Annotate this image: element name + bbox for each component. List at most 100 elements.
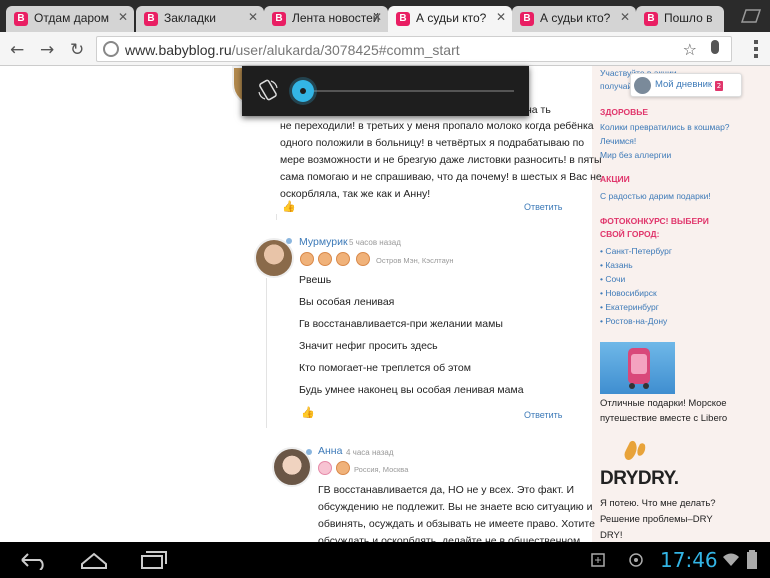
tab-title: Пошло в bbox=[664, 11, 713, 25]
libero-ad-image[interactable] bbox=[600, 342, 675, 394]
comment-time: 5 часов назад bbox=[349, 238, 401, 247]
sidebar-heading-promo: АКЦИИ bbox=[600, 174, 630, 184]
url-bar[interactable]: www.babyblog.ru/user/alukarda/3078425#co… bbox=[96, 36, 732, 62]
sidebar-link[interactable]: Лечимся! bbox=[600, 136, 636, 146]
comment-text-line: ГВ восстанавливается да, НО не у всех. Э… bbox=[318, 484, 575, 496]
close-icon[interactable]: ✕ bbox=[620, 10, 630, 24]
close-icon[interactable]: ✕ bbox=[118, 10, 128, 24]
close-icon[interactable]: ✕ bbox=[372, 10, 382, 24]
my-diary-button[interactable]: Мой дневник 2 bbox=[630, 73, 742, 97]
home-icon[interactable] bbox=[78, 550, 110, 575]
auto-rotate-icon[interactable] bbox=[256, 78, 280, 102]
comment-text-line: Вы особая ленивая bbox=[299, 296, 395, 308]
tab-4-active[interactable]: B А судьи кто? ✕ bbox=[388, 6, 512, 32]
tab-2[interactable]: B Закладки ✕ bbox=[136, 6, 264, 32]
tab-title: А судьи кто? bbox=[416, 11, 487, 25]
city-name: Ростов-на-Дону bbox=[605, 316, 668, 326]
web-page: ми на ть не переходили! в третьих у меня… bbox=[0, 66, 770, 542]
ad-text[interactable]: Отличные подарки! Морское bbox=[600, 396, 727, 411]
sidebar-link[interactable]: Колики превратились в кошмар? bbox=[600, 122, 730, 132]
comment-text-line: сама помогаю и не спрашиваю, что да поче… bbox=[280, 171, 602, 183]
reply-link[interactable]: Ответить bbox=[524, 410, 562, 420]
comment-text-line: Рвешь bbox=[299, 274, 332, 286]
tab-6[interactable]: B Пошло в bbox=[636, 6, 724, 32]
brightness-popup bbox=[242, 66, 529, 116]
sidebar-city-link[interactable]: • Сочи bbox=[600, 274, 625, 284]
browser-toolbar: ← → ↻ www.babyblog.ru/user/alukarda/3078… bbox=[0, 32, 770, 66]
forward-arrow-icon[interactable]: → bbox=[40, 40, 54, 60]
tab-title: Лента новостей bbox=[292, 11, 380, 25]
my-diary-count: 2 bbox=[715, 81, 723, 91]
user-avatar bbox=[634, 77, 651, 94]
tab-1[interactable]: B Отдам даром ✕ bbox=[6, 6, 134, 32]
sidebar-city-link[interactable]: • Екатеринбург bbox=[600, 302, 659, 312]
url-path: /user/alukarda/3078425#comm_start bbox=[231, 42, 460, 58]
comment-author[interactable]: Мурмурик bbox=[299, 236, 348, 248]
child-badge-icon bbox=[318, 252, 332, 266]
babyblog-favicon-icon: B bbox=[520, 12, 534, 26]
clock[interactable]: 17:46 bbox=[660, 548, 718, 572]
sidebar-city-link[interactable]: • Санкт-Петербург bbox=[600, 246, 672, 256]
wifi-icon bbox=[722, 552, 740, 572]
city-name: Сочи bbox=[605, 274, 626, 284]
comment-text-line: Гв восстанавливается-при желании мамы bbox=[299, 318, 503, 330]
sidebar-city-link[interactable]: • Ростов-на-Дону bbox=[600, 316, 667, 326]
menu-dots-icon[interactable] bbox=[754, 40, 758, 61]
sidebar-heading-photo: ФОТОКОНКУРС! ВЫБЕРИ bbox=[600, 216, 709, 226]
reply-link[interactable]: Ответить bbox=[524, 202, 562, 212]
system-navigation-bar: 17:46 bbox=[0, 542, 770, 578]
sidebar-heading-health: ЗДОРОВЬЕ bbox=[600, 107, 649, 117]
thread-line bbox=[276, 214, 277, 220]
tab-3[interactable]: B Лента новостей ✕ bbox=[264, 6, 388, 32]
brightness-slider-track[interactable] bbox=[314, 90, 514, 92]
like-thumb-icon[interactable]: 👍 bbox=[282, 200, 296, 213]
online-status-dot bbox=[306, 449, 312, 455]
comment-text-line: оскорбляла, так же как и Анну! bbox=[280, 188, 431, 200]
babyblog-favicon-icon: B bbox=[14, 12, 28, 26]
ad-text[interactable]: Решение проблемы–DRY bbox=[600, 512, 713, 527]
ad-text[interactable]: DRY! bbox=[600, 528, 623, 542]
url-text: www.babyblog.ru/user/alukarda/3078425#co… bbox=[125, 42, 460, 58]
recent-apps-icon[interactable] bbox=[138, 550, 170, 575]
like-thumb-icon[interactable]: 👍 bbox=[301, 406, 315, 419]
city-name: Казань bbox=[605, 260, 633, 270]
comment-text-line: обсуждению не подлежит. Вы не знаете всю… bbox=[318, 501, 593, 513]
url-host: www.babyblog.ru bbox=[125, 42, 232, 58]
location-icon bbox=[628, 552, 644, 572]
reload-icon[interactable]: ↻ bbox=[70, 40, 84, 60]
tab-title: Закладки bbox=[164, 11, 216, 25]
close-icon[interactable]: ✕ bbox=[496, 10, 506, 24]
new-tab-icon[interactable] bbox=[738, 8, 762, 26]
sidebar-link[interactable]: С радостью дарим подарки! bbox=[600, 191, 711, 201]
back-icon[interactable] bbox=[18, 550, 50, 575]
comment-author[interactable]: Анна bbox=[318, 445, 342, 457]
comment-text-line: Значит нефиг просить здесь bbox=[299, 340, 438, 352]
sidebar-city-link[interactable]: • Казань bbox=[600, 260, 633, 270]
child-badge-icon bbox=[356, 252, 370, 266]
ad-text[interactable]: Я потею. Что мне делать? bbox=[600, 496, 716, 511]
comment-text-line: одного положили в больницу! в четвёртых … bbox=[280, 137, 585, 149]
sidebar-link[interactable]: Мир без аллергии bbox=[600, 150, 671, 160]
close-icon[interactable]: ✕ bbox=[248, 10, 258, 24]
drydry-ad-image[interactable]: DRYDRY. bbox=[600, 438, 679, 494]
city-name: Новосибирск bbox=[605, 288, 657, 298]
comment-text-line: мере возможности и не брезгую даже листо… bbox=[280, 154, 602, 166]
child-badge-icon bbox=[336, 252, 350, 266]
back-arrow-icon[interactable]: ← bbox=[10, 40, 24, 60]
comment-text-line: не переходили! в третьих у меня пропало … bbox=[280, 120, 594, 132]
battery-icon bbox=[746, 550, 758, 574]
city-name: Санкт-Петербург bbox=[605, 246, 673, 256]
ad-text[interactable]: путешествие вместе с Libero bbox=[600, 411, 727, 426]
babyblog-favicon-icon: B bbox=[644, 12, 658, 26]
brightness-slider-handle[interactable] bbox=[292, 80, 314, 102]
babyblog-favicon-icon: B bbox=[272, 12, 286, 26]
bookmark-star-icon[interactable]: ☆ bbox=[683, 40, 697, 59]
sidebar-city-link[interactable]: • Новосибирск bbox=[600, 288, 657, 298]
tab-5[interactable]: B А судьи кто? ✕ bbox=[512, 6, 636, 32]
avatar[interactable] bbox=[254, 238, 294, 278]
notification-icon[interactable] bbox=[590, 552, 606, 572]
globe-icon bbox=[103, 41, 119, 57]
tab-title: Отдам даром bbox=[34, 11, 109, 25]
babyblog-favicon-icon: B bbox=[144, 12, 158, 26]
microphone-icon[interactable] bbox=[711, 40, 719, 54]
